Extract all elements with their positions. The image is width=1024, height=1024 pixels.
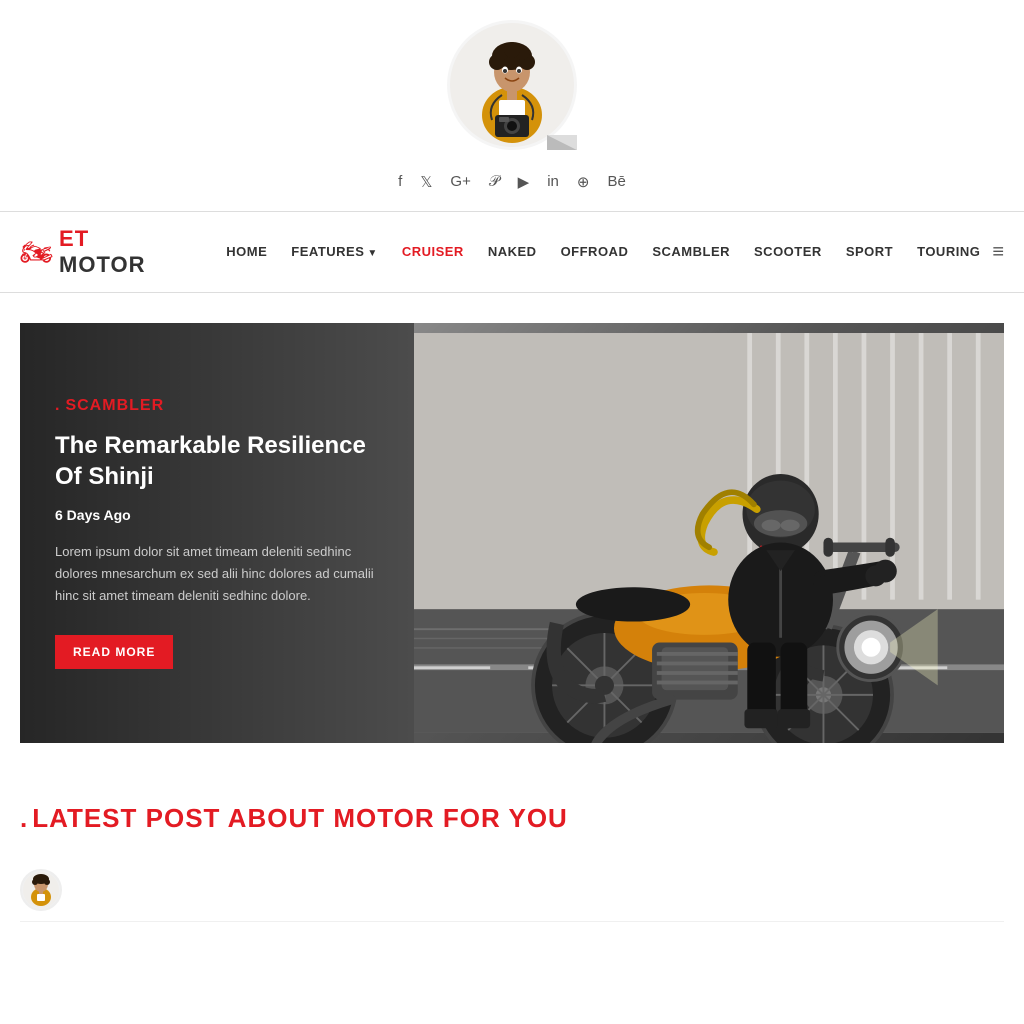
dropdown-arrow-icon: ▼ [367, 248, 377, 259]
profile-avatar-container [442, 20, 582, 160]
avatar-image [447, 20, 577, 150]
section-dot: . [20, 803, 28, 833]
globe-icon[interactable]: ⊕ [577, 173, 590, 191]
nav-item-home[interactable]: HOME [214, 243, 279, 261]
main-navigation: 🏍 ET MOTOR HOME FEATURES▼ CRUISER NAKED … [0, 211, 1024, 293]
hero-image-panel [414, 323, 1004, 743]
site-logo[interactable]: 🏍 ET MOTOR [20, 226, 174, 278]
nav-item-naked[interactable]: NAKED [476, 243, 549, 261]
hero-date: 6 Days Ago [55, 507, 379, 523]
nav-item-features[interactable]: FEATURES▼ [279, 243, 390, 261]
read-more-button[interactable]: READ MORE [55, 635, 173, 669]
logo-text: ET MOTOR [59, 226, 174, 278]
logo-motorcycle-icon: 🏍 [20, 237, 53, 268]
linkedin-icon[interactable]: in [547, 173, 559, 191]
avatar-background [447, 20, 577, 150]
googleplus-icon[interactable]: G+ [450, 173, 470, 191]
facebook-icon[interactable]: f [398, 173, 402, 191]
nav-item-sport[interactable]: SPORT [834, 243, 905, 261]
hero-excerpt: Lorem ipsum dolor sit amet timeam deleni… [55, 541, 379, 607]
hero-title: The Remarkable Resilience Of Shinji [55, 430, 379, 492]
social-icons-bar: f 𝕏 G+ 𝒫 ▶ in ⊕ Bē [398, 165, 626, 211]
post-list-item [20, 859, 1004, 922]
category-dot: . [55, 397, 60, 414]
nav-item-touring[interactable]: TOURING [905, 243, 992, 261]
nav-item-scooter[interactable]: SCOOTER [742, 243, 834, 261]
post-author-avatar [20, 869, 62, 911]
latest-posts-section: .LATEST POST ABOUT MOTOR FOR YOU [0, 773, 1024, 942]
nav-links-list: HOME FEATURES▼ CRUISER NAKED OFFROAD SCA… [214, 243, 992, 261]
twitter-icon[interactable]: 𝕏 [420, 173, 432, 191]
behance-icon[interactable]: Bē [607, 173, 625, 191]
hero-banner: .SCAMBLER The Remarkable Resilience Of S… [20, 323, 1004, 743]
hero-content-panel: .SCAMBLER The Remarkable Resilience Of S… [20, 323, 414, 743]
hero-illustration [414, 323, 1004, 743]
nav-item-scambler[interactable]: SCAMBLER [640, 243, 742, 261]
latest-posts-title: .LATEST POST ABOUT MOTOR FOR YOU [20, 803, 1004, 834]
nav-item-offroad[interactable]: OFFROAD [549, 243, 641, 261]
hamburger-menu-icon[interactable]: ≡ [992, 241, 1004, 264]
pinterest-icon[interactable]: 𝒫 [489, 173, 500, 191]
youtube-icon[interactable]: ▶ [518, 173, 530, 191]
author-avatar-image [22, 871, 60, 909]
nav-item-cruiser[interactable]: CRUISER [390, 243, 476, 261]
hero-category-label: .SCAMBLER [55, 397, 379, 415]
